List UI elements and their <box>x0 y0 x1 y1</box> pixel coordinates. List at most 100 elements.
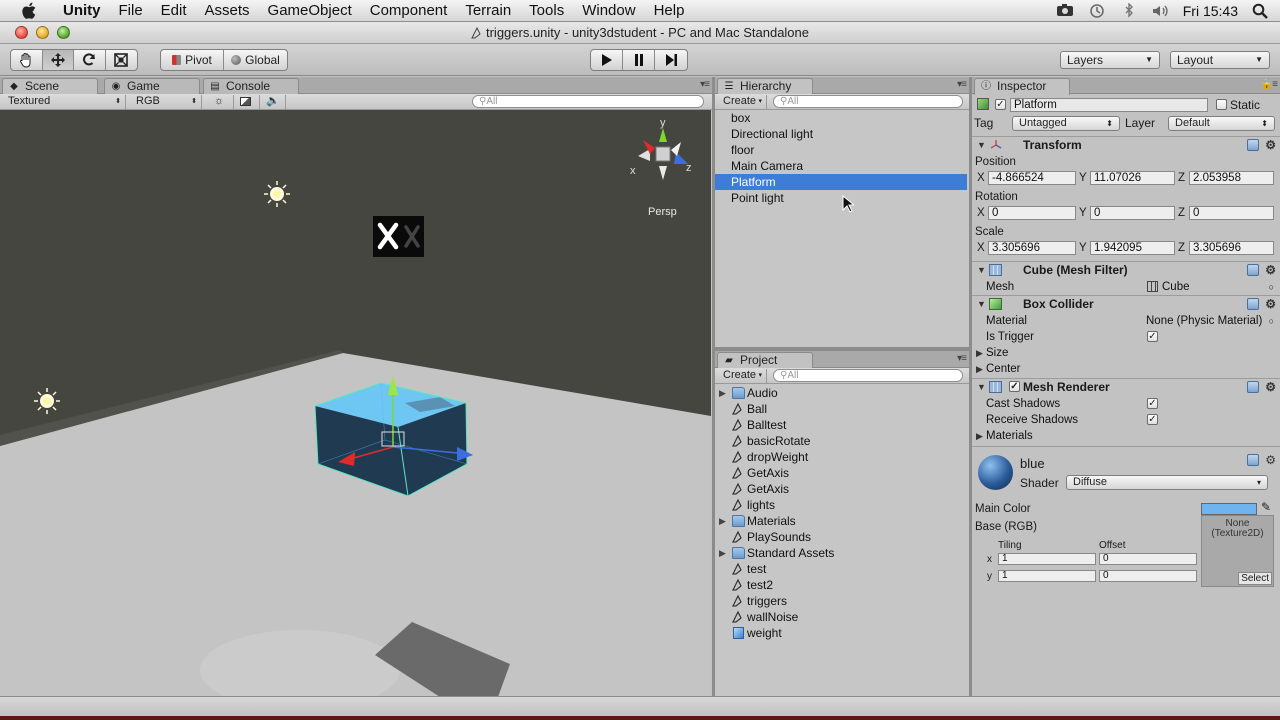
static-checkbox[interactable] <box>1216 99 1227 110</box>
scene-viewport[interactable]: y x z Persp <box>0 110 711 696</box>
collider-material-value[interactable]: None (Physic Material) <box>1146 313 1262 329</box>
scene-audio-toggle[interactable]: 🔈 <box>262 95 286 109</box>
box-object[interactable] <box>373 216 424 257</box>
menu-assets[interactable]: Assets <box>196 0 259 22</box>
help-icon[interactable] <box>1247 264 1260 276</box>
lock-menu-icon[interactable]: 🔒≡ <box>1261 79 1278 90</box>
menu-file[interactable]: File <box>110 0 152 22</box>
project-item[interactable]: Ball <box>715 401 969 417</box>
gear-icon[interactable]: ⚙ <box>1265 381 1276 393</box>
tab-scene[interactable]: ◆ Scene <box>2 78 98 95</box>
expand-triangle-icon[interactable]: ▶ <box>976 361 983 377</box>
project-item[interactable]: wallNoise <box>715 609 969 625</box>
eyedropper-icon[interactable]: ✎ <box>1261 500 1271 514</box>
pivot-button[interactable]: Pivot <box>161 50 225 70</box>
object-picker-icon[interactable]: ○ <box>1269 313 1274 329</box>
transform-component-header[interactable]: ▼ Transform ⚙ <box>972 136 1280 153</box>
pane-divider[interactable] <box>969 77 972 696</box>
step-button[interactable] <box>655 50 687 70</box>
rotation-y-field[interactable]: 0 <box>1090 206 1175 220</box>
object-name-field[interactable]: Platform <box>1010 98 1208 112</box>
menu-gameobject[interactable]: GameObject <box>259 0 361 22</box>
global-button[interactable]: Global <box>224 50 287 70</box>
size-row[interactable]: ▶ Size <box>972 345 1280 361</box>
texture-select-button[interactable]: Select <box>1238 572 1272 585</box>
pane-menu-icon[interactable]: ▾≡ <box>700 79 710 90</box>
position-y-field[interactable]: 11.07026 <box>1090 171 1175 185</box>
tab-inspector[interactable]: ⓘ Inspector <box>974 78 1070 95</box>
collapse-triangle-icon[interactable]: ▼ <box>977 296 986 312</box>
hierarchy-item-directional-light[interactable]: Directional light <box>715 126 969 142</box>
texture-slot[interactable]: None (Texture2D) Select <box>1201 515 1274 587</box>
position-z-field[interactable]: 2.053958 <box>1189 171 1274 185</box>
project-item[interactable]: ▶ Audio <box>715 385 969 401</box>
layout-dropdown[interactable]: Layout ▼ <box>1170 51 1270 69</box>
offset-x-field[interactable]: 0 <box>1099 553 1197 565</box>
project-item[interactable]: GetAxis <box>715 481 969 497</box>
center-row[interactable]: ▶ Center <box>972 361 1280 377</box>
scale-z-field[interactable]: 3.305696 <box>1189 241 1274 255</box>
apple-icon[interactable] <box>18 0 40 22</box>
project-item[interactable]: GetAxis <box>715 465 969 481</box>
is-trigger-checkbox[interactable]: ✓ <box>1147 331 1158 342</box>
pane-menu-icon[interactable]: ▾≡ <box>957 353 967 364</box>
collapse-triangle-icon[interactable]: ▼ <box>977 137 986 153</box>
render-mode-dropdown[interactable]: Textured ⬍ <box>4 95 126 109</box>
layers-dropdown[interactable]: Layers ▼ <box>1060 51 1160 69</box>
menu-app-name[interactable]: Unity <box>54 0 110 22</box>
hierarchy-item-platform[interactable]: Platform <box>715 174 967 190</box>
search-icon[interactable] <box>1250 3 1270 19</box>
pane-divider[interactable] <box>712 77 715 696</box>
pane-divider[interactable] <box>715 347 969 351</box>
clock[interactable]: Fri 15:43 <box>1183 3 1238 19</box>
rotation-x-field[interactable]: 0 <box>988 206 1076 220</box>
project-item[interactable]: triggers <box>715 593 969 609</box>
position-x-field[interactable]: -4.866524 <box>988 171 1076 185</box>
project-item[interactable]: test2 <box>715 577 969 593</box>
menu-help[interactable]: Help <box>645 0 694 22</box>
move-tool-button[interactable] <box>42 50 74 70</box>
scale-y-field[interactable]: 1.942095 <box>1090 241 1175 255</box>
expand-triangle-icon[interactable]: ▶ <box>976 428 983 444</box>
tab-project[interactable]: ▰ Project <box>717 352 813 369</box>
time-machine-icon[interactable] <box>1087 3 1107 19</box>
gear-icon[interactable]: ⚙ <box>1265 298 1276 310</box>
volume-icon[interactable] <box>1151 3 1171 19</box>
box-collider-component-header[interactable]: ▼ Box Collider ⚙ <box>972 295 1280 312</box>
play-button[interactable] <box>591 50 623 70</box>
menu-terrain[interactable]: Terrain <box>456 0 520 22</box>
shader-dropdown[interactable]: Diffuse ▾ <box>1066 475 1268 490</box>
tab-hierarchy[interactable]: ☰ Hierarchy <box>717 78 813 95</box>
hierarchy-search-input[interactable]: ⚲All <box>773 95 963 108</box>
receive-shadows-checkbox[interactable]: ✓ <box>1147 414 1158 425</box>
project-item[interactable]: test <box>715 561 969 577</box>
project-item[interactable]: ▶ Standard Assets <box>715 545 969 561</box>
project-create-dropdown[interactable]: Create ▾ <box>719 369 767 383</box>
scale-tool-button[interactable] <box>106 50 137 70</box>
scale-x-field[interactable]: 3.305696 <box>988 241 1076 255</box>
hand-tool-button[interactable] <box>11 50 43 70</box>
hierarchy-item-floor[interactable]: floor <box>715 142 969 158</box>
collapse-triangle-icon[interactable]: ▼ <box>977 379 986 395</box>
perspective-label[interactable]: Persp <box>648 206 677 218</box>
scene-lighting-toggle[interactable]: ☼ <box>210 95 234 109</box>
hierarchy-item-box[interactable]: box <box>715 110 969 126</box>
scene-search-input[interactable]: ⚲All <box>472 95 704 108</box>
expand-triangle-icon[interactable]: ▶ <box>976 345 983 361</box>
active-checkbox[interactable]: ✓ <box>995 99 1006 110</box>
pane-menu-icon[interactable]: ▾≡ <box>957 79 967 90</box>
project-item[interactable]: weight <box>715 625 969 641</box>
menu-component[interactable]: Component <box>361 0 457 22</box>
hierarchy-create-dropdown[interactable]: Create ▾ <box>719 95 767 109</box>
help-icon[interactable] <box>1247 454 1260 466</box>
expand-triangle-icon[interactable]: ▶ <box>719 545 726 561</box>
menu-tools[interactable]: Tools <box>520 0 573 22</box>
layer-dropdown[interactable]: Default ⬍ <box>1168 116 1275 131</box>
project-item[interactable]: dropWeight <box>715 449 969 465</box>
materials-row[interactable]: ▶ Materials <box>972 428 1280 444</box>
tag-dropdown[interactable]: Untagged ⬍ <box>1012 116 1120 131</box>
expand-triangle-icon[interactable]: ▶ <box>719 385 726 401</box>
tab-console[interactable]: ▤ Console <box>203 78 299 94</box>
help-icon[interactable] <box>1247 381 1260 393</box>
object-picker-icon[interactable]: ○ <box>1269 279 1274 295</box>
